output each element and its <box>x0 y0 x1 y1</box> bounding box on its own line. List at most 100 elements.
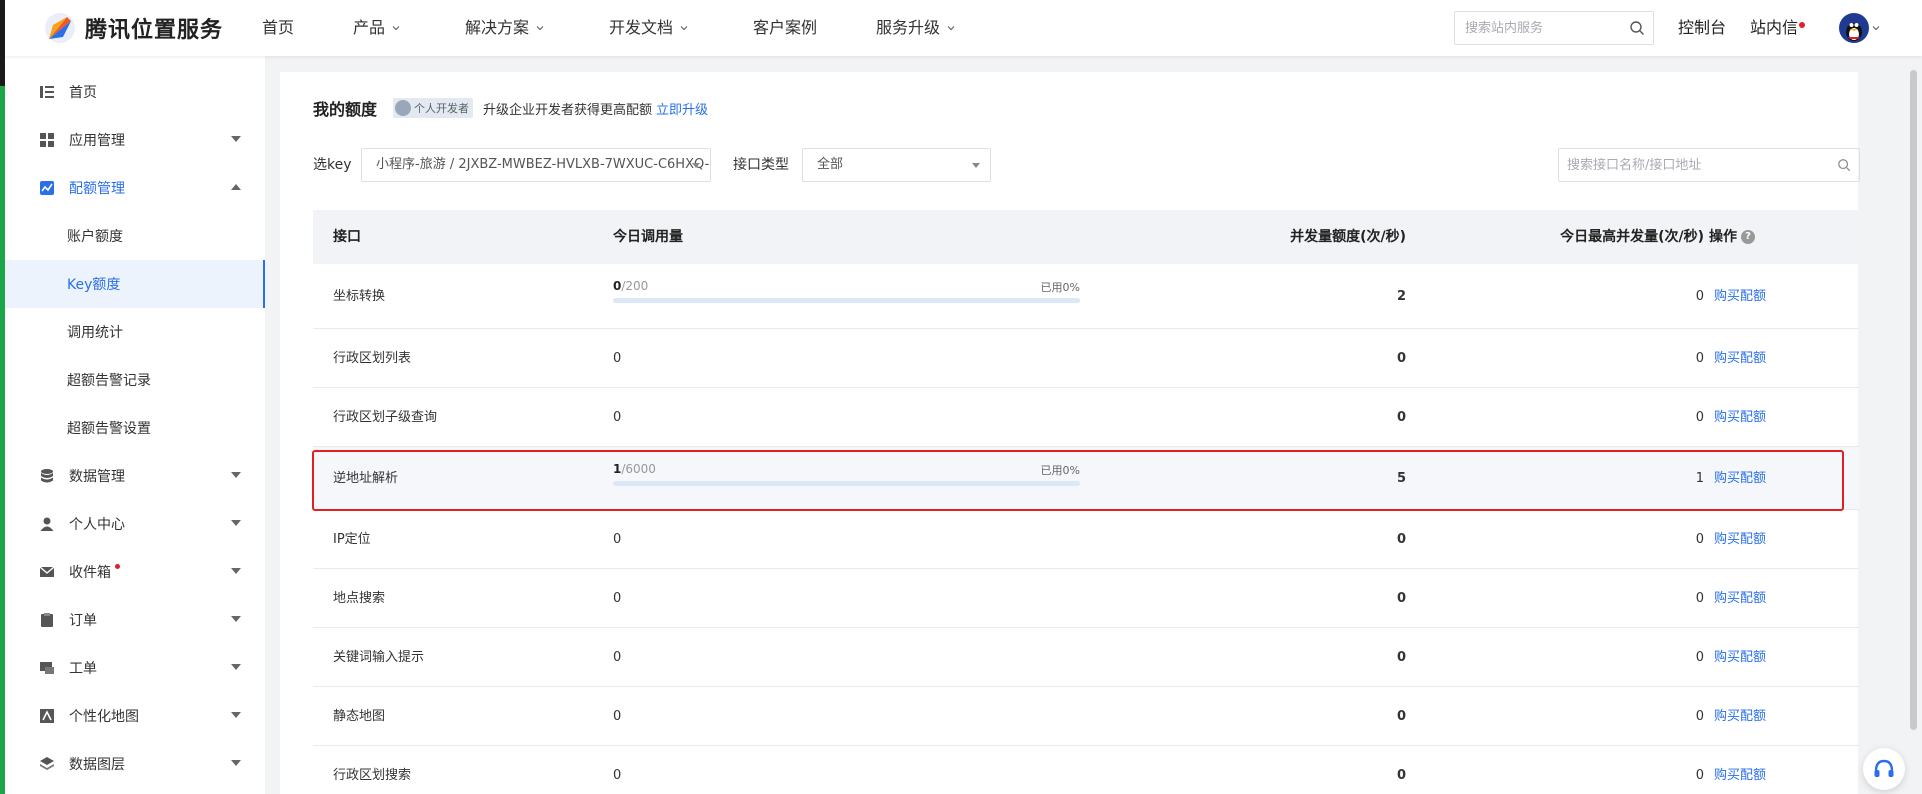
penguin-avatar-icon <box>1846 23 1862 41</box>
api-type-select[interactable]: 全部 <box>802 148 991 182</box>
quota-table: 接口 今日调用量 并发量额度(次/秒) 今日最高并发量(次/秒) 操作? 坐标转… <box>313 210 1859 794</box>
usage-total: /200 <box>621 279 649 293</box>
concurrency-quota: 0 <box>1396 532 1406 547</box>
col-peak: 今日最高并发量(次/秒) <box>1560 229 1704 245</box>
key-select[interactable]: 小程序-旅游 / 2JXBZ-MWBEZ-HVLXB-7WXUC-C6HXQ-P… <box>361 148 711 182</box>
chevron-down-icon[interactable] <box>1871 23 1881 33</box>
sidebar-item-apps[interactable]: 应用管理 <box>5 116 265 164</box>
dropdown-caret-icon <box>692 163 700 168</box>
peak-concurrency: 0 <box>1695 532 1704 547</box>
usage-total: /6000 <box>621 462 656 476</box>
nav-upgrade[interactable]: 服务升级 <box>876 0 956 56</box>
usage-percent: 已用0% <box>1040 281 1080 294</box>
developer-badge: 个人开发者 <box>393 98 474 118</box>
expand-arrow-icon <box>231 712 241 718</box>
clipboard-icon <box>41 613 53 627</box>
collapse-arrow-icon <box>231 184 241 190</box>
help-icon[interactable]: ? <box>1741 230 1755 244</box>
brand-logo[interactable]: 腾讯位置服务 <box>43 11 223 45</box>
sidebar-item-profile[interactable]: 个人中心 <box>5 500 265 548</box>
scrollbar-thumb[interactable] <box>1910 70 1917 730</box>
unread-dot <box>1799 22 1806 28</box>
sidebar-item-label: 个人中心 <box>69 517 125 533</box>
buy-quota-link[interactable]: 购买配额 <box>1714 569 1766 628</box>
sidebar-item-alert-settings[interactable]: 超额告警设置 <box>5 404 265 452</box>
upgrade-link[interactable]: 立即升级 <box>656 99 708 118</box>
table-row: 地点搜索 0 0 0 购买配额 <box>313 569 1859 628</box>
sidebar-item-label: Key额度 <box>67 277 121 293</box>
chevron-down-icon <box>947 26 955 31</box>
search-icon[interactable] <box>1629 20 1645 36</box>
sidebar-item-account-quota[interactable]: 账户额度 <box>5 212 265 260</box>
nav-label: 服务升级 <box>876 18 941 37</box>
sidebar-item-custom-map[interactable]: 个性化地图 <box>5 692 265 740</box>
inbox-link[interactable]: 站内信 <box>1750 0 1806 56</box>
buy-quota-link[interactable]: 购买配额 <box>1714 510 1766 569</box>
concurrency-quota: 0 <box>1396 591 1406 606</box>
title-row: 我的额度 个人开发者 升级企业开发者获得更高配额 立即升级 <box>313 96 708 120</box>
table-row: IP定位 0 0 0 购买配额 <box>313 510 1859 569</box>
mail-icon <box>39 566 55 577</box>
nav-home[interactable]: 首页 <box>262 0 294 56</box>
buy-quota-link[interactable]: 购买配额 <box>1714 687 1766 746</box>
api-search-input[interactable] <box>1559 149 1819 181</box>
col-today-calls: 今日调用量 <box>613 229 683 245</box>
col-action: 操作? <box>1709 210 1755 264</box>
sidebar-item-alert-records[interactable]: 超额告警记录 <box>5 356 265 404</box>
buy-quota-link[interactable]: 购买配额 <box>1714 388 1766 447</box>
search-icon[interactable] <box>1837 158 1851 172</box>
upgrade-tip: 升级企业开发者获得更高配额 <box>483 102 653 118</box>
table-row: 关键词输入提示 0 0 0 购买配额 <box>313 628 1859 687</box>
avatar[interactable] <box>1839 13 1869 43</box>
console-link[interactable]: 控制台 <box>1678 0 1726 56</box>
sidebar-item-tickets[interactable]: 工单 <box>5 644 265 692</box>
sidebar-item-key-quota[interactable]: Key额度 <box>5 260 265 308</box>
key-label: 选key <box>313 157 352 173</box>
buy-quota-link[interactable]: 购买配额 <box>1714 746 1766 794</box>
sidebar-item-data-layers[interactable]: 数据图层 <box>5 740 265 788</box>
peak-concurrency: 0 <box>1695 709 1704 724</box>
user-icon <box>40 517 54 531</box>
sidebar-item-home[interactable]: 首页 <box>5 68 265 116</box>
buy-quota-link[interactable]: 购买配额 <box>1714 628 1766 687</box>
nav-docs[interactable]: 开发文档 <box>609 0 689 56</box>
col-concurrency: 并发量额度(次/秒) <box>1290 229 1406 245</box>
layers-icon <box>40 757 54 770</box>
table-row: 静态地图 0 0 0 购买配额 <box>313 687 1859 746</box>
usage-used: 0 <box>613 351 622 366</box>
sidebar-item-inbox[interactable]: 收件箱 <box>5 548 265 596</box>
buy-quota-link[interactable]: 购买配额 <box>1714 264 1766 329</box>
usage-used: 0 <box>613 591 622 606</box>
sidebar-item-label: 首页 <box>69 85 97 101</box>
nav-solutions[interactable]: 解决方案 <box>465 0 545 56</box>
chart-icon <box>40 181 54 195</box>
sidebar-item-quota[interactable]: 配额管理 <box>5 164 265 212</box>
expand-arrow-icon <box>231 616 241 622</box>
sidebar-item-data[interactable]: 数据管理 <box>5 452 265 500</box>
expand-arrow-icon <box>231 472 241 478</box>
nav-cases[interactable]: 客户案例 <box>753 0 817 56</box>
site-search <box>1454 11 1654 45</box>
sidebar-item-call-stats[interactable]: 调用统计 <box>5 308 265 356</box>
nav-products[interactable]: 产品 <box>353 0 401 56</box>
key-select-value: 小程序-旅游 / 2JXBZ-MWBEZ-HVLXB-7WXUC-C6HXQ-P… <box>376 157 711 172</box>
customer-service-button[interactable] <box>1863 748 1905 790</box>
filter-row: 选key 小程序-旅游 / 2JXBZ-MWBEZ-HVLXB-7WXUC-C6… <box>313 148 1860 182</box>
unread-dot <box>115 564 120 569</box>
buy-quota-link[interactable]: 购买配额 <box>1714 329 1766 388</box>
map-style-icon <box>40 709 54 723</box>
usage-used: 0 <box>613 709 622 724</box>
sidebar-item-label: 配额管理 <box>69 181 125 197</box>
sidebar-item-orders[interactable]: 订单 <box>5 596 265 644</box>
sidebar: 首页 应用管理 配额管理 账户额度 Key额度 调用统计 超额告警记录 超额告警… <box>5 56 265 794</box>
progress-bar <box>613 298 1080 303</box>
peak-concurrency: 0 <box>1695 591 1704 606</box>
api-type-select-value: 全部 <box>817 157 844 172</box>
peak-concurrency: 1 <box>1695 471 1704 486</box>
buy-quota-link[interactable]: 购买配额 <box>1714 447 1766 510</box>
sidebar-item-label-wrap: 收件箱 <box>69 562 120 582</box>
site-search-input[interactable] <box>1455 12 1620 44</box>
peak-concurrency: 0 <box>1695 289 1704 304</box>
nav-label: 解决方案 <box>465 18 530 37</box>
peak-concurrency: 0 <box>1695 768 1704 783</box>
